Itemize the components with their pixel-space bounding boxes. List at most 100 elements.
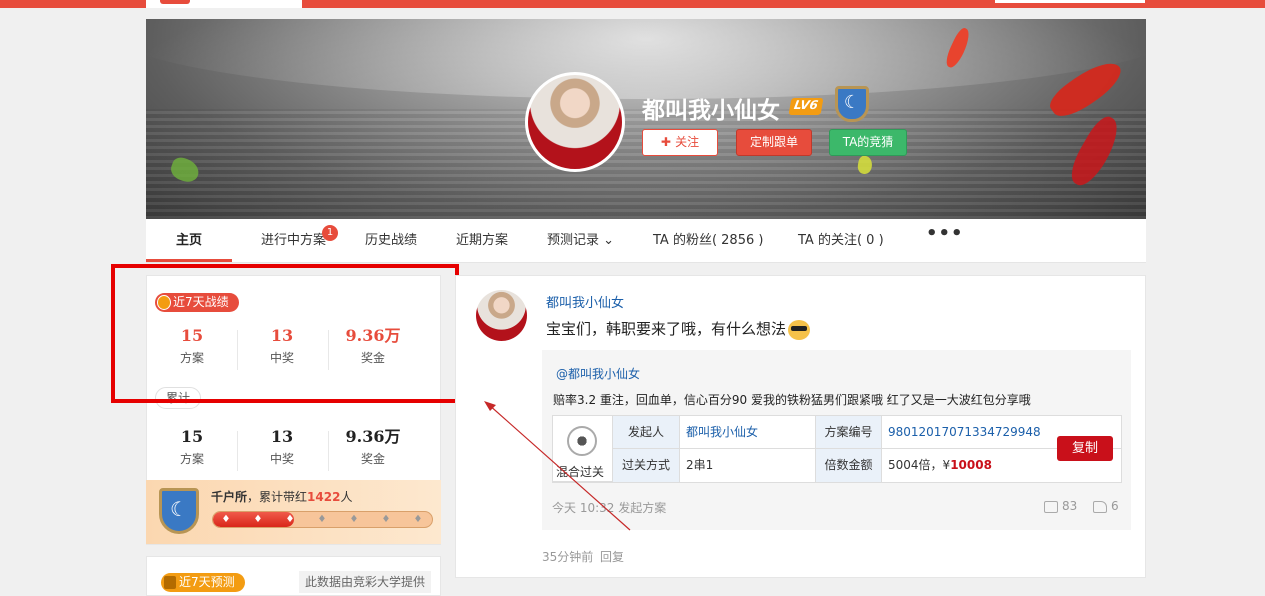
stat-label: 方案 — [179, 351, 204, 365]
torch-icon: ♦ — [413, 514, 423, 525]
total-stats-row: 15 方案 13 中奖 9.36万奖金 — [147, 427, 440, 475]
prediction-tag: 近7天预测 — [161, 573, 245, 592]
recent-7-days-label: 近7天战绩 — [173, 295, 229, 309]
tab-recent-plans[interactable]: 近期方案 — [456, 219, 508, 262]
stat-value: 9.36万 — [345, 326, 401, 345]
prediction-card: 近7天预测 此数据由竞彩大学提供 — [146, 556, 441, 596]
moon-shield-icon: ☾ — [159, 488, 199, 534]
plus-icon: ✚ — [660, 135, 676, 149]
stat-label: 中奖 — [269, 452, 294, 466]
reply-button[interactable]: 回复 — [600, 548, 624, 565]
quoted-plan: @都叫我小仙女 赔率3.2 重注，回血单，信心百分90 爱我的铁粉猛男们跟紧哦 … — [542, 350, 1131, 530]
stat-value: 9.36万 — [345, 427, 401, 446]
logo-mark — [160, 0, 190, 4]
honor-progress-bar: ♦ ♦ ♦ ♦ ♦ ♦ ♦ — [212, 511, 433, 528]
tab-predictions-label: 预测记录 — [547, 233, 600, 248]
stadium-stands — [146, 109, 1146, 219]
stadium-lights — [146, 19, 1146, 99]
plan-table: 混合过关 发起人 都叫我小仙女 方案编号 9801201707133472994… — [552, 415, 1122, 483]
soccer-ball-icon — [567, 426, 597, 456]
torch-icon: ♦ — [349, 514, 359, 525]
plan-type-cell: 混合过关 — [553, 416, 613, 482]
cumulative-tag: 累计 — [155, 387, 202, 409]
honor-title: 千户所 — [211, 490, 248, 504]
tab-predictions[interactable]: 预测记录 ⌄ — [547, 219, 614, 262]
honor-desc: ，累计带红 — [247, 490, 308, 504]
stat-wins: 13 中奖 — [237, 326, 327, 366]
tab-home[interactable]: 主页 — [146, 219, 232, 262]
post-author[interactable]: 都叫我小仙女 — [546, 292, 624, 311]
tab-following[interactable]: TA 的关注( 0 ) — [798, 219, 884, 262]
honor-unit: 人 — [340, 490, 353, 504]
plan-type-label: 混合过关 — [556, 465, 605, 479]
profile-banner: 都叫我小仙女 LV6 ☾ ✚ 关注 定制跟单 TA的竞猜 — [146, 19, 1146, 219]
recent-7-days-tag: 近7天战绩 — [155, 293, 239, 312]
torch-icon: ♦ — [285, 514, 295, 525]
profile-nav: 主页 进行中方案 1 历史战绩 近期方案 预测记录 ⌄ TA 的粉丝( 2856 … — [146, 219, 1146, 263]
profile-avatar[interactable] — [525, 72, 625, 172]
site-logo-tab[interactable] — [146, 0, 302, 8]
recent-stats-row: 15 方案 13 中奖 9.36万奖金 — [147, 326, 440, 374]
profile-name: 都叫我小仙女 — [642, 98, 780, 124]
post-time: 35分钟前 — [542, 550, 594, 564]
comment-icon — [1044, 500, 1058, 513]
tab-in-progress[interactable]: 进行中方案 1 — [261, 219, 339, 262]
stat-value: 13 — [270, 427, 294, 446]
stat-plans: 15 方案 — [147, 326, 237, 366]
quoted-author[interactable]: @都叫我小仙女 — [556, 365, 640, 382]
stat-label: 方案 — [179, 452, 204, 466]
tab-in-progress-label: 进行中方案 — [261, 233, 327, 248]
comment-button[interactable]: 83 — [1044, 499, 1077, 513]
plan-no-label: 方案编号 — [816, 416, 882, 449]
stat-value: 15 — [180, 427, 204, 446]
tab-fans-label: TA 的粉丝( 2856 ) — [653, 233, 764, 248]
stat-value: 13 — [270, 326, 294, 345]
ta-guess-button[interactable]: TA的竞猜 — [829, 129, 907, 156]
tab-fans[interactable]: TA 的粉丝( 2856 ) — [653, 219, 763, 262]
launcher-label: 发起人 — [613, 416, 680, 449]
mode-value: 2串1 — [680, 449, 816, 482]
stat-label: 奖金 — [360, 351, 385, 365]
stat-label: 奖金 — [360, 452, 385, 466]
honor-count: 1422 — [307, 490, 341, 504]
trophy-icon — [164, 576, 176, 589]
torch-icon: ♦ — [221, 514, 231, 525]
follow-label: 关注 — [675, 135, 700, 149]
level-badge: LV6 — [788, 98, 824, 115]
follow-button[interactable]: ✚ 关注 — [642, 129, 718, 156]
stat-value: 15 — [180, 326, 204, 345]
comment-count: 83 — [1062, 499, 1078, 513]
tab-history-label: 历史战绩 — [365, 233, 418, 248]
moon-shield-icon: ☾ — [835, 86, 869, 122]
post-card: 都叫我小仙女 宝宝们，韩职要来了哦，有什么想法 @都叫我小仙女 赔率3.2 重注… — [455, 275, 1146, 578]
search-box[interactable] — [995, 0, 1145, 3]
honor-panel: ☾ 千户所，累计带红1422人 ♦ ♦ ♦ ♦ ♦ ♦ ♦ — [146, 480, 441, 544]
chevron-down-icon: ⌄ — [603, 233, 615, 248]
honor-text: 千户所，累计带红1422人 — [211, 488, 352, 505]
torch-icon: ♦ — [317, 514, 327, 525]
quoted-time: 今天 10:32 发起方案 — [552, 501, 667, 515]
stat-prize: 9.36万奖金 — [328, 427, 418, 467]
data-source-note: 此数据由竞彩大学提供 — [299, 571, 432, 593]
like-count: 6 — [1111, 499, 1119, 513]
medal-icon — [157, 295, 171, 310]
amount-price: 10008 — [950, 458, 992, 472]
sunglasses-emoji-icon — [788, 319, 811, 340]
prediction-tag-label: 近7天预测 — [179, 575, 235, 589]
more-icon[interactable]: ••• — [926, 219, 964, 252]
top-bar — [0, 0, 1265, 8]
post-avatar[interactable] — [476, 290, 527, 341]
torch-icon: ♦ — [381, 514, 391, 525]
custom-follow-button[interactable]: 定制跟单 — [736, 129, 812, 156]
tab-history[interactable]: 历史战绩 — [365, 219, 417, 262]
launcher-link[interactable]: 都叫我小仙女 — [680, 416, 816, 449]
stat-wins: 13 中奖 — [237, 427, 327, 467]
like-button[interactable]: 6 — [1093, 499, 1119, 513]
count-badge: 1 — [322, 225, 339, 241]
copy-button[interactable]: 复制 — [1057, 436, 1113, 461]
stat-plans: 15 方案 — [147, 427, 237, 467]
stat-label: 中奖 — [269, 351, 294, 365]
mode-label: 过关方式 — [613, 449, 680, 482]
thumbs-up-icon — [1093, 500, 1107, 513]
amount-label: 倍数金额 — [816, 449, 882, 482]
